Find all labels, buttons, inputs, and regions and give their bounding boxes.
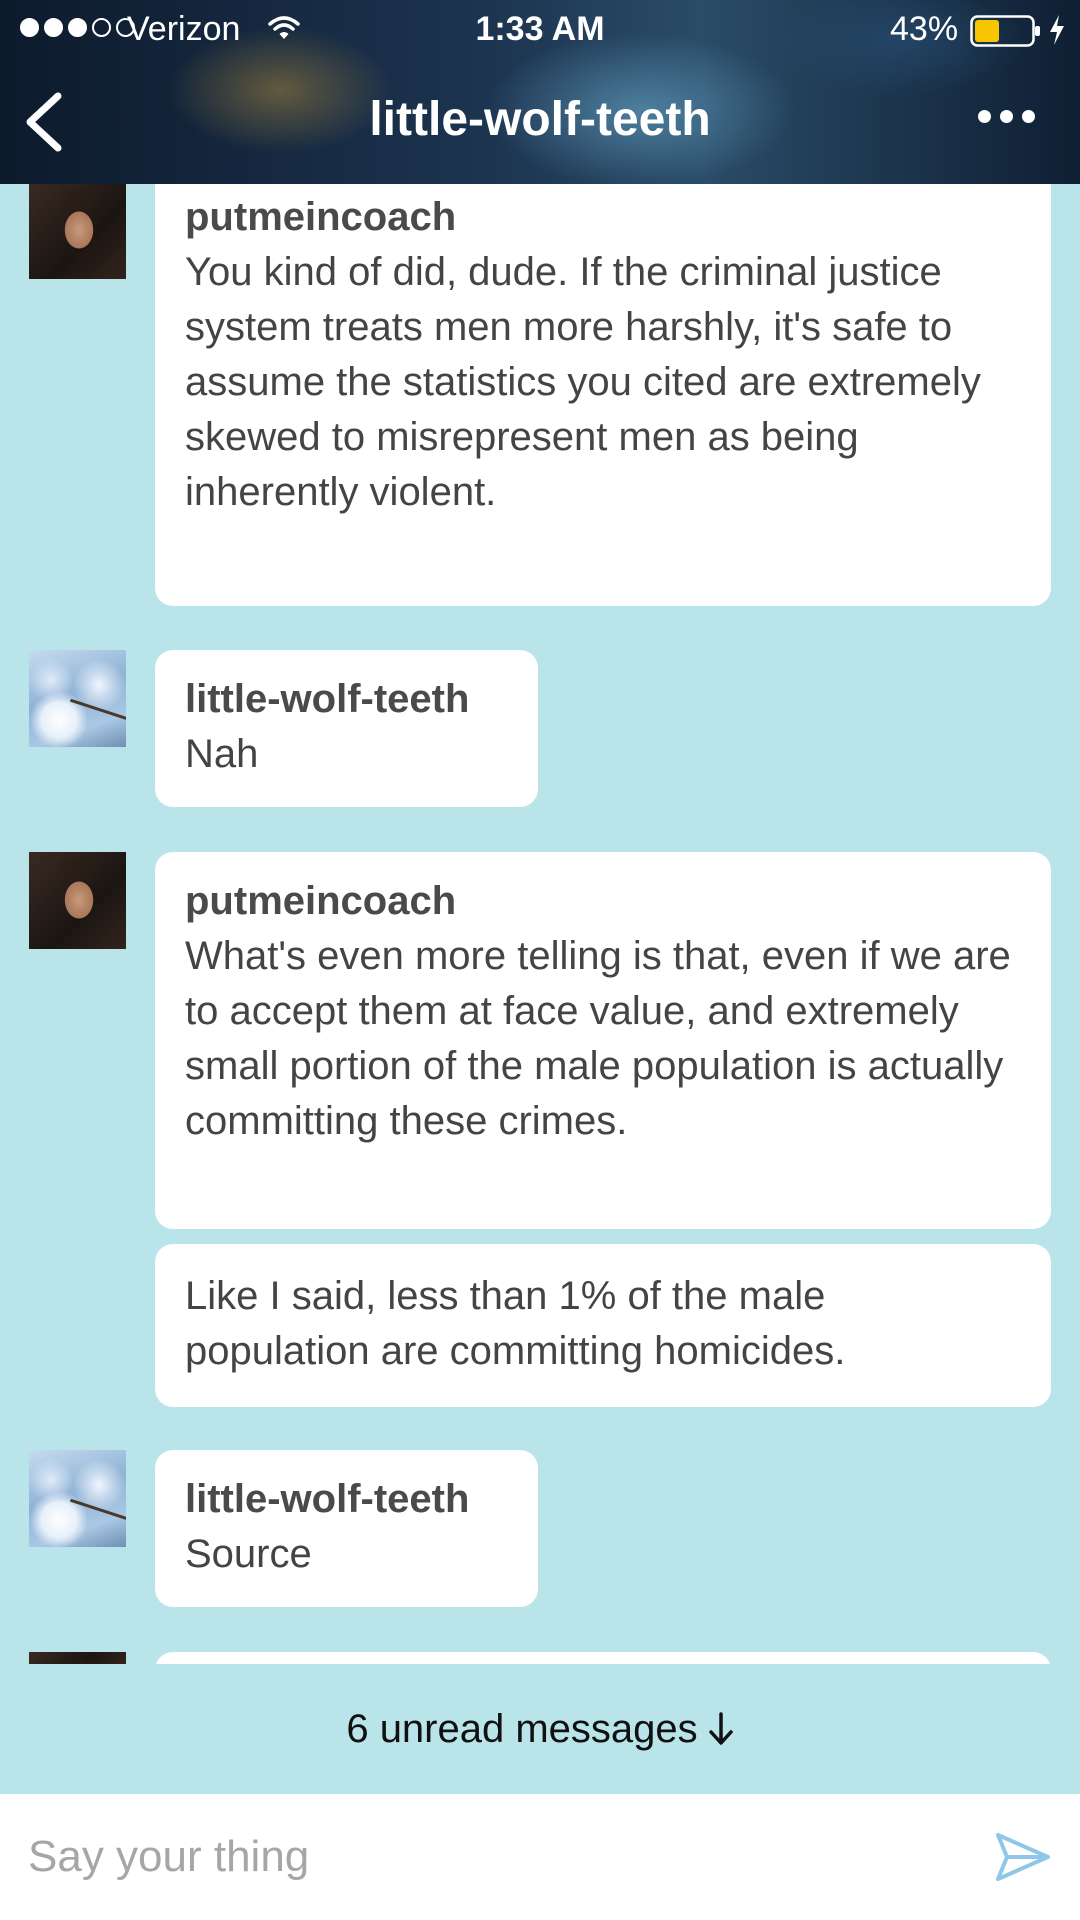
message-text: Like I said, less than 1% of the male po… bbox=[185, 1274, 846, 1373]
avatar-branch bbox=[70, 1498, 126, 1521]
unread-messages-label: 6 unread messages bbox=[346, 1707, 698, 1751]
message-bubble: little-wolf-teeth Nah bbox=[155, 650, 538, 807]
message-bubble: Like I said, less than 1% of the male po… bbox=[155, 1244, 1051, 1407]
message-bubble: putmeincoach You kind of did, dude. If t… bbox=[155, 184, 1051, 606]
more-dot bbox=[1000, 110, 1013, 123]
message-text: What's even more telling is that, even i… bbox=[185, 934, 1011, 1143]
message-text: Source bbox=[185, 1532, 312, 1576]
unread-messages-button[interactable]: 6 unread messages bbox=[0, 1664, 1080, 1794]
more-dots-icon[interactable] bbox=[978, 110, 1035, 123]
little-wolf-teeth-avatar[interactable] bbox=[29, 650, 126, 747]
message-sender: little-wolf-teeth bbox=[185, 677, 470, 721]
battery-percentage: 43% bbox=[890, 10, 959, 48]
little-wolf-teeth-avatar[interactable] bbox=[29, 1450, 126, 1547]
message-sender: little-wolf-teeth bbox=[185, 1477, 470, 1521]
putmeincoach-avatar[interactable] bbox=[29, 852, 126, 949]
charging-bolt-icon bbox=[1050, 15, 1064, 45]
status-bar: Verizon 1:33 AM 43% bbox=[0, 0, 1080, 62]
header: Verizon 1:33 AM 43% little-wolf-teeth bbox=[0, 0, 1080, 184]
message-text: Nah bbox=[185, 732, 259, 776]
putmeincoach-avatar[interactable] bbox=[29, 1652, 126, 1664]
more-dot bbox=[1022, 110, 1035, 123]
message-sender: putmeincoach bbox=[185, 879, 457, 923]
avatar-branch bbox=[70, 698, 126, 721]
putmeincoach-avatar[interactable] bbox=[29, 184, 126, 279]
message-text: You kind of did, dude. If the criminal j… bbox=[185, 250, 981, 514]
arrow-down-icon bbox=[708, 1712, 733, 1745]
conversation-title: little-wolf-teeth bbox=[369, 93, 711, 146]
more-dot bbox=[978, 110, 991, 123]
message-input[interactable] bbox=[28, 1822, 968, 1892]
composer bbox=[0, 1794, 1080, 1920]
message-sender: putmeincoach bbox=[185, 195, 457, 239]
message-bubble: putmeincoach What's even more telling is… bbox=[155, 852, 1051, 1229]
message-bubble: little-wolf-teeth Source bbox=[155, 1450, 538, 1607]
send-icon[interactable] bbox=[995, 1832, 1051, 1882]
message-list[interactable]: putmeincoach You kind of did, dude. If t… bbox=[0, 184, 1080, 1664]
battery-icon bbox=[970, 15, 1040, 47]
message-bubble bbox=[155, 1652, 1051, 1664]
